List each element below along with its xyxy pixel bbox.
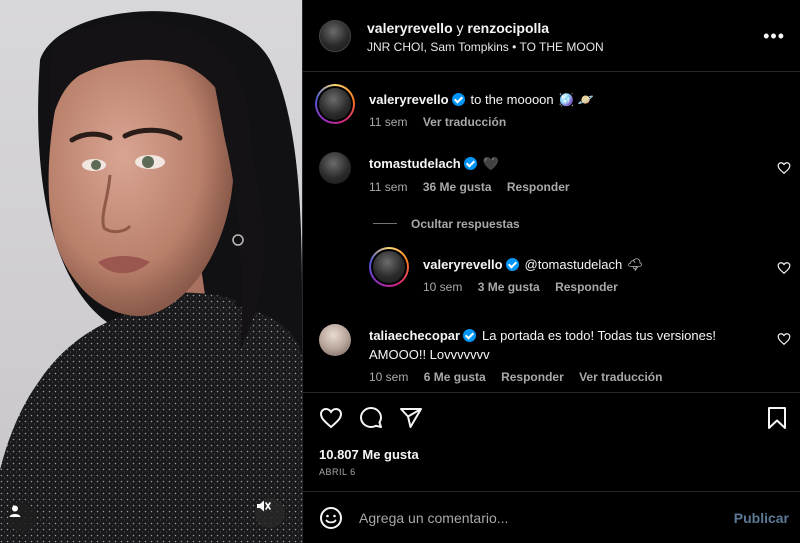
hide-replies-label[interactable]: Ocultar respuestas [411, 217, 520, 231]
user-tag-icon[interactable] [8, 504, 36, 532]
reply-comment: valeryrevello @tomastudelach 🌩 [423, 256, 643, 274]
comment: tomastudelach 🖤 [369, 155, 499, 173]
verified-badge-icon [451, 93, 465, 106]
avatar-story-ring[interactable] [315, 84, 355, 124]
comment-username[interactable]: valeryrevello [423, 257, 503, 272]
avatar[interactable] [319, 324, 351, 356]
caption-text: to the moooon [470, 92, 554, 107]
author-names: valeryrevello y renzocipolla [367, 20, 549, 36]
comment-text: 🖤 [482, 156, 499, 171]
comment-emoji: 🌩 [626, 257, 644, 272]
caption-meta: 11 sem Ver traducción [369, 115, 518, 129]
audio-track[interactable]: JNR CHOI, Sam Tompkins • TO THE MOON [367, 40, 604, 54]
muted-speaker-icon[interactable] [255, 498, 285, 528]
comment-likes[interactable]: 6 Me gusta [424, 370, 486, 384]
reply-button[interactable]: Responder [507, 180, 570, 194]
verified-badge-icon [463, 157, 477, 170]
hide-replies[interactable]: Ocultar respuestas [373, 215, 520, 233]
avatar[interactable] [319, 20, 351, 52]
heart-icon[interactable] [319, 406, 343, 430]
reply-button[interactable]: Responder [501, 370, 564, 384]
comment-time[interactable]: 10 sem [369, 370, 408, 384]
post-date[interactable]: ABRIL 6 [319, 467, 356, 477]
caption: valeryrevello to the moooon 🪩 🪐 [369, 91, 594, 109]
caption-username[interactable]: valeryrevello [369, 92, 449, 107]
post-details-panel: valeryrevello y renzocipolla JNR CHOI, S… [302, 0, 800, 543]
comment-input[interactable]: Agrega un comentario... [359, 510, 508, 526]
coauthor-username[interactable]: renzocipolla [467, 20, 549, 36]
comment-username[interactable]: taliaechecopar [369, 328, 460, 343]
divider [373, 223, 397, 225]
post-photo[interactable] [0, 0, 302, 543]
emoji-icon[interactable] [319, 506, 343, 530]
comment-heart-icon[interactable] [777, 332, 791, 346]
publish-button[interactable]: Publicar [734, 510, 789, 526]
translate-link[interactable]: Ver traducción [579, 370, 662, 384]
comment-time[interactable]: 11 sem [369, 180, 407, 194]
comment-likes[interactable]: 36 Me gusta [423, 180, 492, 194]
author-separator: y [456, 20, 464, 36]
comment-username[interactable]: tomastudelach [369, 156, 461, 171]
avatar [373, 251, 405, 283]
comment-bar: Agrega un comentario... Publicar [303, 491, 800, 543]
more-icon[interactable]: ••• [763, 26, 785, 47]
comment-meta: 11 sem 36 Me gusta Responder [369, 180, 582, 194]
reply-button[interactable]: Responder [555, 280, 618, 294]
post-actions: 10.807 Me gusta ABRIL 6 [303, 392, 800, 488]
comment-text-continued: AMOOO!! Lovvvvvvv [369, 347, 490, 362]
caption-emojis: 🪩 🪐 [558, 92, 595, 107]
portrait-illustration [0, 11, 302, 543]
comment-meta: 10 sem 3 Me gusta Responder [423, 280, 630, 294]
comment-text: La portada es todo! Todas tus versiones! [482, 328, 716, 343]
comment-heart-icon[interactable] [777, 161, 791, 175]
like-count[interactable]: 10.807 Me gusta [319, 447, 419, 462]
avatar[interactable] [319, 152, 351, 184]
verified-badge-icon [505, 258, 519, 271]
verified-badge-icon [463, 329, 477, 342]
comment-heart-icon[interactable] [777, 261, 791, 275]
comment-likes[interactable]: 3 Me gusta [478, 280, 540, 294]
comment: taliaechecopar La portada es todo! Todas … [369, 326, 749, 364]
bookmark-icon[interactable] [765, 406, 789, 430]
author-username[interactable]: valeryrevello [367, 20, 453, 36]
send-icon[interactable] [399, 406, 423, 430]
comment-meta: 10 sem 6 Me gusta Responder Ver traducci… [369, 370, 674, 384]
caption-time[interactable]: 11 sem [369, 115, 407, 129]
avatar [319, 88, 351, 120]
mention-link[interactable]: @tomastudelach [525, 257, 623, 272]
avatar-story-ring[interactable] [369, 247, 409, 287]
post-header: valeryrevello y renzocipolla JNR CHOI, S… [303, 0, 800, 72]
comment-time[interactable]: 10 sem [423, 280, 462, 294]
translate-link[interactable]: Ver traducción [423, 115, 506, 129]
comment-icon[interactable] [359, 406, 383, 430]
